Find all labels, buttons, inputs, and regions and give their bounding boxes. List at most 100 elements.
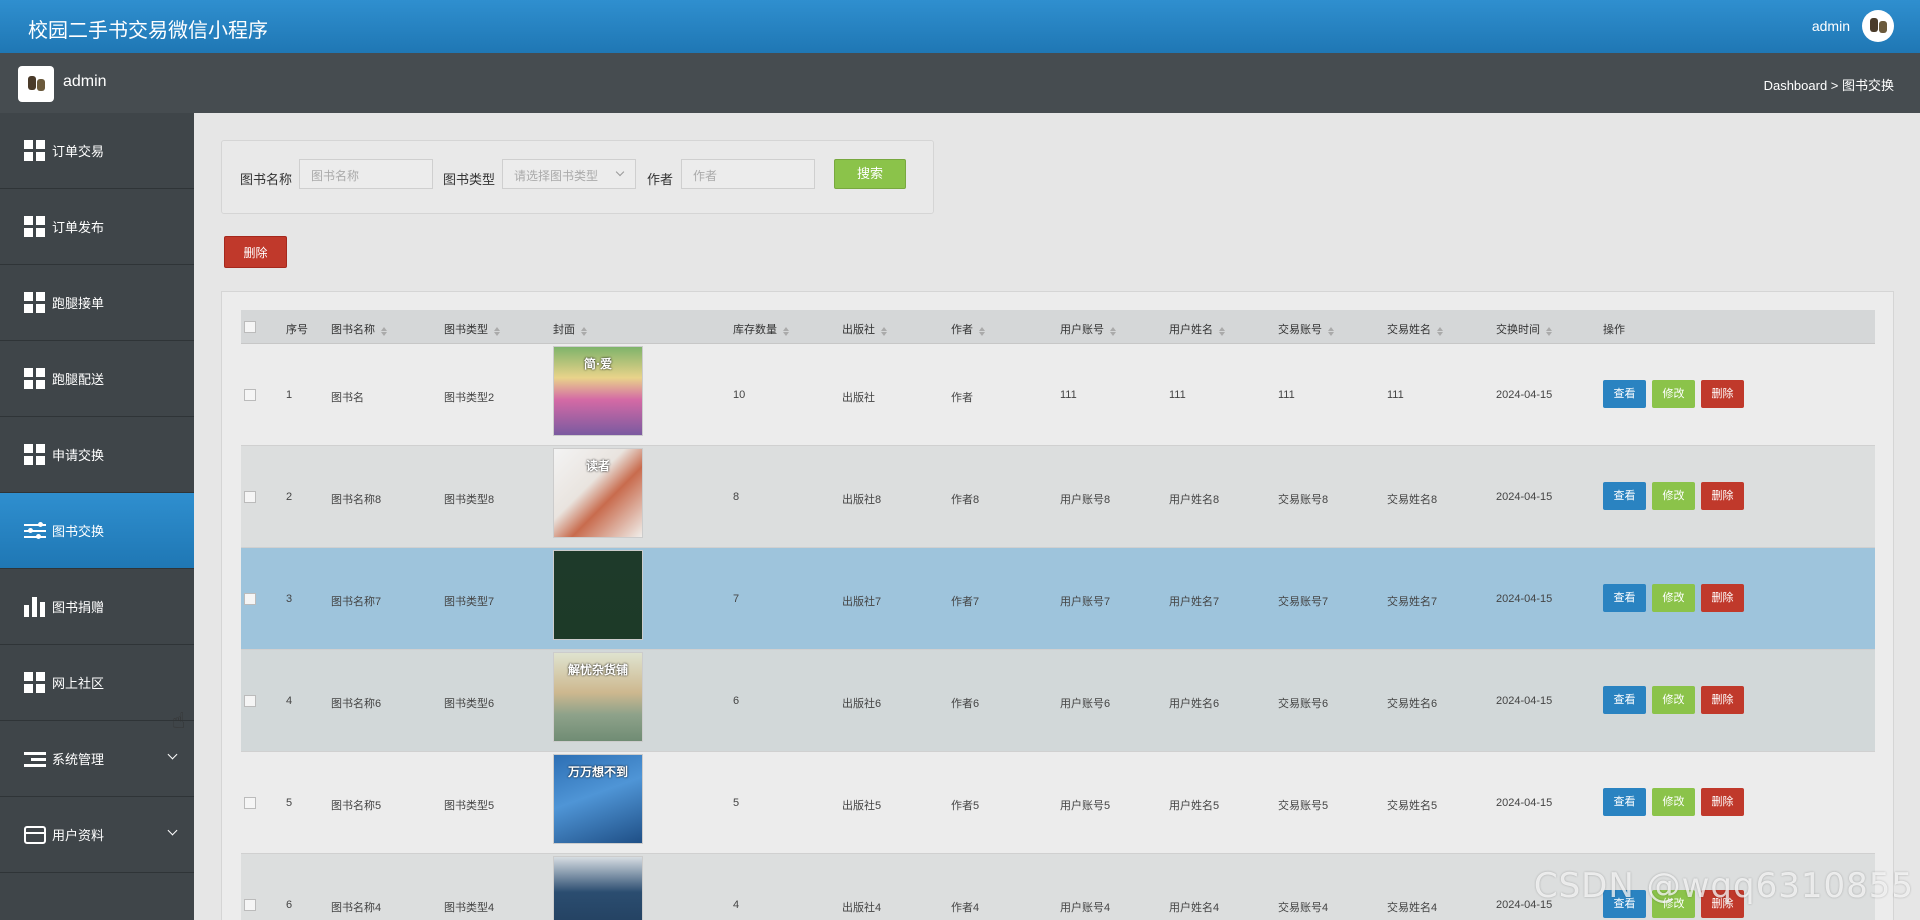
sidebar-username: admin xyxy=(63,73,107,90)
sidebar-item-label: 订单交易 xyxy=(52,144,105,159)
grid-icon xyxy=(24,139,46,162)
col-header-label: 用户姓名 xyxy=(1169,324,1213,336)
sidebar-item-user-profile[interactable]: 用户资料 xyxy=(0,797,194,873)
col-header-label: 交换时间 xyxy=(1496,324,1540,336)
sort-icon xyxy=(381,327,387,336)
col-header[interactable]: 作者 xyxy=(951,321,985,337)
cell-type: 图书类型8 xyxy=(444,494,495,506)
row-checkbox[interactable] xyxy=(244,389,256,401)
table-row[interactable]: 2 图书名称8 图书类型8 8 出版社8 作者8 用户账号8 用户姓名8 交易账号8 交易姓名8 2… xyxy=(241,446,1875,548)
view-button[interactable]: 查看 xyxy=(1603,380,1646,408)
batch-delete-button[interactable]: 删除 xyxy=(224,236,287,268)
sidebar-item-label: 网上社区 xyxy=(52,676,105,691)
col-header[interactable]: 用户账号 xyxy=(1060,321,1116,337)
sidebar-item-label: 用户资料 xyxy=(52,828,105,843)
cell-stock: 5 xyxy=(733,797,740,809)
book-name-label: 图书名称 xyxy=(240,172,293,187)
table-row[interactable]: 1 图书名 图书类型2 10 出版社 作者 111 111 111 111 2024-04-15 简·… xyxy=(241,344,1875,446)
row-checkbox[interactable] xyxy=(244,695,256,707)
cell-trade-name: 交易姓名8 xyxy=(1387,494,1438,506)
cell-type: 图书类型2 xyxy=(444,392,495,404)
sidebar-item-community[interactable]: 网上社区 xyxy=(0,645,194,721)
book-cover-image: 简·爱 xyxy=(553,346,643,436)
col-header[interactable]: 出版社 xyxy=(842,321,887,337)
col-header[interactable]: 交易姓名 xyxy=(1387,321,1443,337)
view-button[interactable]: 查看 xyxy=(1603,788,1646,816)
card-icon xyxy=(24,825,46,844)
col-header[interactable]: 图书名称 xyxy=(331,321,387,337)
header-avatar[interactable] xyxy=(1862,10,1894,42)
sidebar-item-errand-delivery[interactable]: 跑腿配送 xyxy=(0,341,194,417)
row-checkbox[interactable] xyxy=(244,593,256,605)
row-checkbox[interactable] xyxy=(244,899,256,911)
delete-button[interactable]: 删除 xyxy=(1701,584,1744,612)
cell-trade-account: 交易账号7 xyxy=(1278,596,1329,608)
bar-chart-icon xyxy=(24,596,46,618)
delete-button[interactable]: 删除 xyxy=(1701,788,1744,816)
sidebar-item-book-donate[interactable]: 图书捐赠 xyxy=(0,569,194,645)
sort-icon xyxy=(1328,327,1334,336)
col-header[interactable]: 库存数量 xyxy=(733,321,789,337)
sidebar-item-apply-exchange[interactable]: 申请交换 xyxy=(0,417,194,493)
view-button[interactable]: 查看 xyxy=(1603,584,1646,612)
grid-icon xyxy=(24,443,46,466)
cell-time: 2024-04-15 xyxy=(1496,797,1553,809)
sidebar-item-label: 图书捐赠 xyxy=(52,600,105,615)
cell-user-name: 用户姓名4 xyxy=(1169,902,1220,914)
book-name-input[interactable]: 图书名称 xyxy=(299,159,433,189)
view-button[interactable]: 查看 xyxy=(1603,686,1646,714)
table-row[interactable]: 3 图书名称7 图书类型7 7 出版社7 作者7 用户账号7 用户姓名7 交易账号7 交易姓名7 2… xyxy=(241,548,1875,650)
sidebar-item-errand-accept[interactable]: 跑腿接单 xyxy=(0,265,194,341)
row-checkbox[interactable] xyxy=(244,491,256,503)
sidebar-item-order-trade[interactable]: 订单交易 xyxy=(0,113,194,189)
sidebar-item-system[interactable]: 系统管理 xyxy=(0,721,194,797)
view-button[interactable]: 查看 xyxy=(1603,482,1646,510)
edit-button[interactable]: 修改 xyxy=(1652,686,1695,714)
delete-button[interactable]: 删除 xyxy=(1701,380,1744,408)
col-header[interactable]: 图书类型 xyxy=(444,321,500,337)
sort-icon xyxy=(783,327,789,336)
search-button[interactable]: 搜索 xyxy=(834,159,906,189)
select-all-checkbox[interactable] xyxy=(244,321,256,333)
breadcrumb: Dashboard > 图书交换 xyxy=(1763,78,1894,93)
header-username[interactable]: admin xyxy=(1812,18,1850,34)
cell-name: 图书名称4 xyxy=(331,902,382,914)
cell-stock: 8 xyxy=(733,491,740,503)
cell-no: 1 xyxy=(286,389,293,401)
cell-stock: 7 xyxy=(733,593,740,605)
cell-author: 作者7 xyxy=(951,596,980,608)
table-row[interactable]: 5 图书名称5 图书类型5 5 出版社5 作者5 用户账号5 用户姓名5 交易账号5 交易姓名5 2… xyxy=(241,752,1875,854)
col-header[interactable]: 封面 xyxy=(553,321,587,337)
cell-stock: 10 xyxy=(733,389,746,401)
edit-button[interactable]: 修改 xyxy=(1652,482,1695,510)
grid-icon xyxy=(24,671,46,694)
author-input[interactable]: 作者 xyxy=(681,159,815,189)
table-row[interactable]: 4 图书名称6 图书类型6 6 出版社6 作者6 用户账号6 用户姓名6 交易账号6 交易姓名6 2… xyxy=(241,650,1875,752)
cell-user-name: 用户姓名8 xyxy=(1169,494,1220,506)
cell-user-name: 用户姓名5 xyxy=(1169,800,1220,812)
cell-user-name: 用户姓名6 xyxy=(1169,698,1220,710)
edit-button[interactable]: 修改 xyxy=(1652,380,1695,408)
delete-button[interactable]: 删除 xyxy=(1701,686,1744,714)
cell-trade-account: 111 xyxy=(1278,389,1295,401)
cell-trade-account: 交易账号4 xyxy=(1278,902,1329,914)
row-checkbox[interactable] xyxy=(244,797,256,809)
col-header[interactable]: 交换时间 xyxy=(1496,321,1552,337)
col-header[interactable]: 用户姓名 xyxy=(1169,321,1225,337)
cell-stock: 4 xyxy=(733,899,740,911)
col-header-label: 图书名称 xyxy=(331,324,375,336)
sidebar-item-order-publish[interactable]: 订单发布 xyxy=(0,189,194,265)
book-type-select[interactable]: 请选择图书类型 xyxy=(502,159,636,189)
top-header: 校园二手书交易微信小程序 admin xyxy=(0,0,1920,53)
delete-button[interactable]: 删除 xyxy=(1701,482,1744,510)
col-header-label: 库存数量 xyxy=(733,324,777,336)
cell-user-name: 111 xyxy=(1169,389,1186,401)
edit-button[interactable]: 修改 xyxy=(1652,584,1695,612)
sidebar-item-book-exchange[interactable]: 图书交换 xyxy=(0,493,194,569)
col-header[interactable]: 交易账号 xyxy=(1278,321,1334,337)
cover-title: 简·爱 xyxy=(583,357,613,371)
edit-button[interactable]: 修改 xyxy=(1652,788,1695,816)
sliders-icon xyxy=(24,520,46,542)
cell-name: 图书名称7 xyxy=(331,596,382,608)
watermark: CSDN @wqq6310855 xyxy=(1533,866,1914,906)
